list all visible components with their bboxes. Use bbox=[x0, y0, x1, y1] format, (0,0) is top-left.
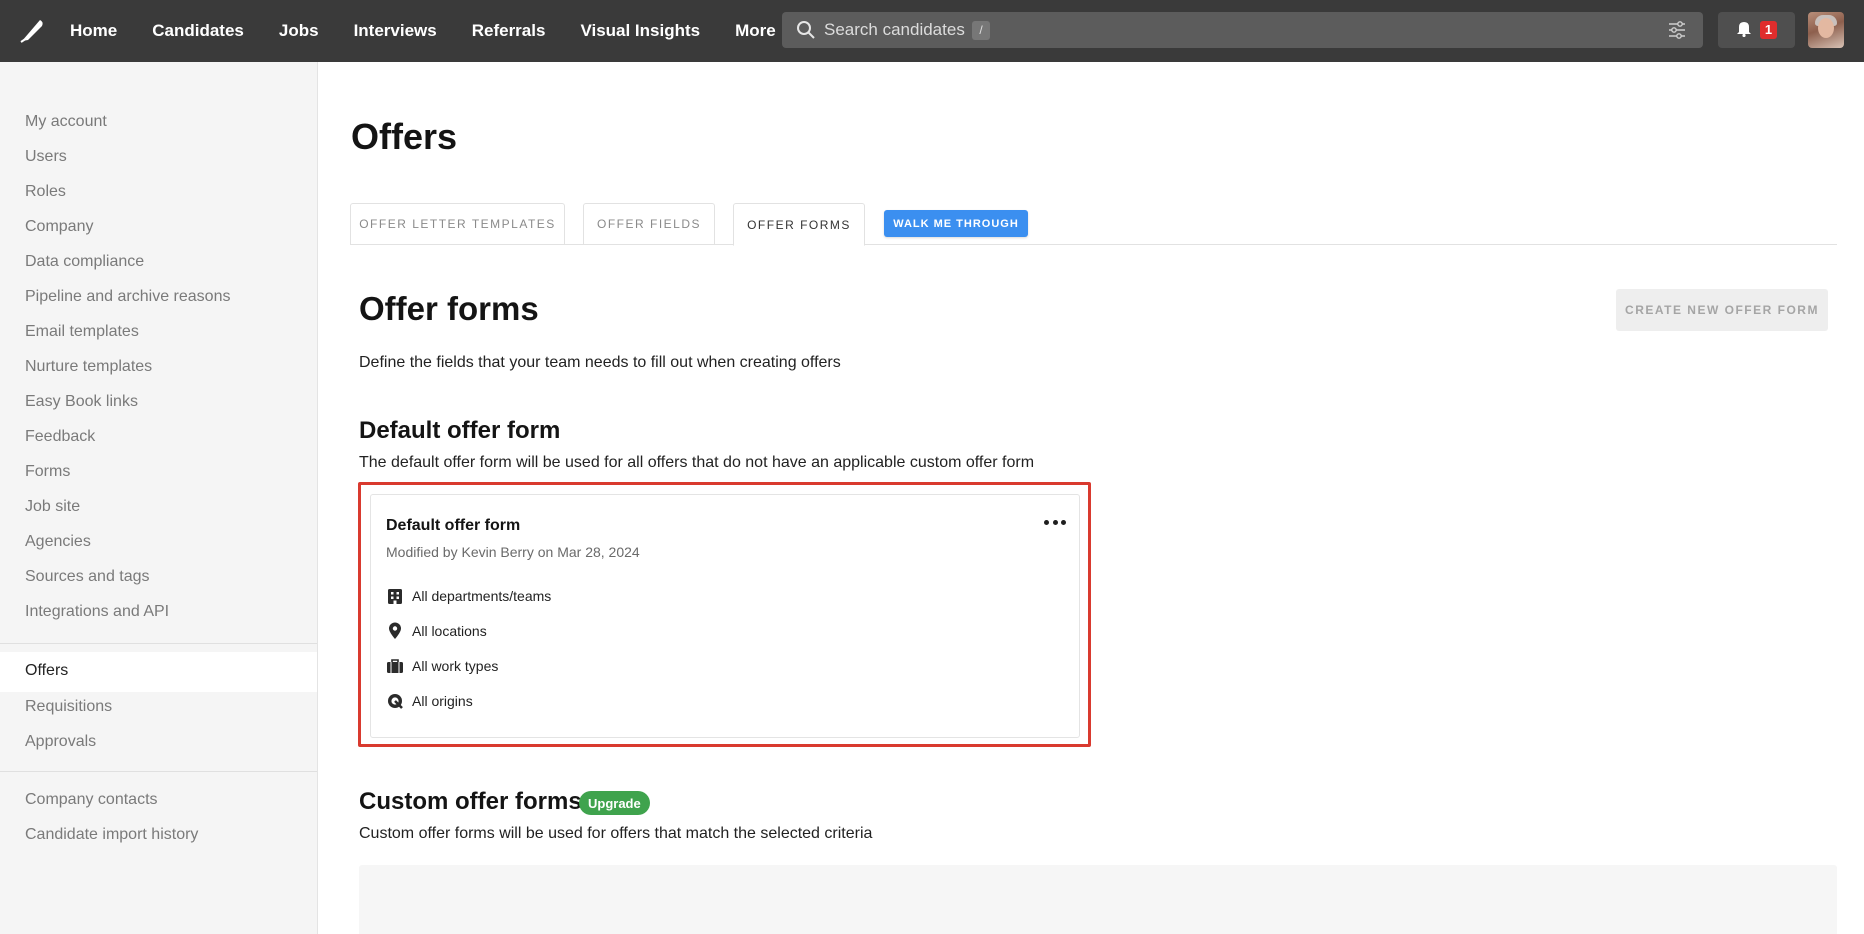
search-input[interactable] bbox=[824, 16, 1644, 44]
top-nav-bar: Home Candidates Jobs Interviews Referral… bbox=[0, 0, 1864, 62]
nav-label: More bbox=[735, 21, 776, 40]
notification-count-badge: 1 bbox=[1759, 21, 1778, 39]
nav-home[interactable]: Home bbox=[70, 21, 117, 41]
criteria-item: All origins bbox=[386, 692, 473, 710]
sliders-icon[interactable] bbox=[1667, 21, 1687, 44]
card-modified-meta: Modified by Kevin Berry on Mar 28, 2024 bbox=[386, 544, 640, 560]
sidebar-item-feedback[interactable]: Feedback bbox=[25, 428, 95, 446]
location-pin-icon bbox=[386, 622, 404, 640]
tab-offer-fields[interactable]: Offer fields bbox=[583, 203, 715, 245]
more-options-icon[interactable] bbox=[1044, 515, 1066, 529]
nav-jobs[interactable]: Jobs bbox=[279, 21, 319, 41]
nav-interviews[interactable]: Interviews bbox=[354, 21, 437, 41]
card-title: Default offer form bbox=[386, 517, 521, 534]
section-title: Offer forms bbox=[359, 290, 539, 327]
search-icon bbox=[796, 20, 816, 45]
tab-label: Offer letter templates bbox=[359, 217, 556, 231]
feather-logo-icon[interactable] bbox=[16, 14, 48, 46]
bell-icon bbox=[1736, 19, 1752, 42]
sidebar-item-nurture-templates[interactable]: Nurture templates bbox=[25, 358, 152, 376]
sidebar-item-pipeline-archive-reasons[interactable]: Pipeline and archive reasons bbox=[25, 288, 230, 306]
default-offer-form-card[interactable]: Default offer form Modified by Kevin Ber… bbox=[370, 494, 1080, 738]
sidebar-item-sources-tags[interactable]: Sources and tags bbox=[25, 568, 150, 586]
sidebar-divider bbox=[0, 643, 317, 644]
nav-label: Referrals bbox=[471, 21, 546, 40]
sidebar-divider bbox=[0, 771, 317, 772]
sidebar-item-company-contacts[interactable]: Company contacts bbox=[25, 791, 158, 809]
sidebar-item-data-compliance[interactable]: Data compliance bbox=[25, 253, 144, 271]
sidebar-item-offers[interactable]: Offers bbox=[25, 662, 68, 680]
origin-icon bbox=[386, 692, 404, 710]
criteria-item: All work types bbox=[386, 657, 498, 675]
nav-label: Jobs bbox=[278, 21, 319, 40]
page-title: Offers bbox=[351, 116, 458, 157]
nav-label: Visual Insights bbox=[580, 21, 701, 40]
notifications-button[interactable]: 1 bbox=[1718, 12, 1795, 48]
nav-label: Home bbox=[70, 21, 118, 40]
search-bar[interactable]: / bbox=[782, 12, 1703, 48]
tab-label: Offer forms bbox=[747, 217, 851, 232]
settings-sidebar: My account Users Roles Company Data comp… bbox=[0, 62, 318, 934]
criteria-item: All locations bbox=[386, 622, 487, 640]
sidebar-item-integrations-api[interactable]: Integrations and API bbox=[25, 603, 169, 621]
sidebar-item-agencies[interactable]: Agencies bbox=[25, 533, 91, 551]
upgrade-badge[interactable]: Upgrade bbox=[579, 791, 650, 815]
sidebar-item-requisitions[interactable]: Requisitions bbox=[25, 698, 112, 716]
custom-offer-forms-heading: Custom offer forms bbox=[359, 788, 582, 815]
sidebar-item-email-templates[interactable]: Email templates bbox=[25, 323, 139, 341]
building-icon bbox=[386, 587, 404, 605]
sidebar-item-my-account[interactable]: My account bbox=[25, 113, 107, 131]
default-offer-form-heading: Default offer form bbox=[359, 417, 561, 444]
criteria-label: All work types bbox=[412, 658, 499, 674]
nav-label: Candidates bbox=[152, 21, 244, 40]
sidebar-item-users[interactable]: Users bbox=[25, 148, 67, 166]
criteria-label: All origins bbox=[412, 693, 473, 709]
sidebar-item-easy-book-links[interactable]: Easy Book links bbox=[25, 393, 138, 411]
section-description: Define the fields that your team needs t… bbox=[359, 354, 841, 371]
nav-candidates[interactable]: Candidates bbox=[152, 21, 244, 41]
custom-offer-forms-panel bbox=[359, 865, 1837, 934]
create-new-offer-form-button[interactable]: Create new offer form bbox=[1616, 289, 1828, 331]
sidebar-item-company[interactable]: Company bbox=[25, 218, 93, 236]
nav-label: Interviews bbox=[353, 21, 437, 40]
custom-offer-forms-description: Custom offer forms will be used for offe… bbox=[359, 825, 873, 842]
briefcase-icon bbox=[386, 657, 404, 675]
walk-me-through-button[interactable]: Walk me through bbox=[884, 210, 1028, 237]
tab-offer-letter-templates[interactable]: Offer letter templates bbox=[350, 203, 565, 245]
tab-label: Offer fields bbox=[596, 217, 701, 231]
criteria-label: All departments/teams bbox=[412, 588, 552, 604]
sidebar-item-forms[interactable]: Forms bbox=[25, 463, 70, 481]
sidebar-item-roles[interactable]: Roles bbox=[25, 183, 66, 201]
tabs-divider bbox=[350, 244, 1837, 245]
avatar[interactable] bbox=[1808, 12, 1844, 48]
default-offer-form-description: The default offer form will be used for … bbox=[359, 454, 1035, 471]
sidebar-item-candidate-import-history[interactable]: Candidate import history bbox=[25, 826, 198, 844]
criteria-item: All departments/teams bbox=[386, 587, 551, 605]
main-nav: Home Candidates Jobs Interviews Referral… bbox=[70, 0, 831, 62]
nav-visual-insights[interactable]: Visual Insights bbox=[580, 21, 700, 41]
criteria-label: All locations bbox=[412, 623, 487, 639]
sidebar-item-job-site[interactable]: Job site bbox=[25, 498, 80, 516]
nav-referrals[interactable]: Referrals bbox=[472, 21, 546, 41]
sidebar-item-approvals[interactable]: Approvals bbox=[25, 733, 96, 751]
search-shortcut-hint: / bbox=[972, 21, 990, 40]
tab-offer-forms[interactable]: Offer forms bbox=[733, 203, 865, 246]
